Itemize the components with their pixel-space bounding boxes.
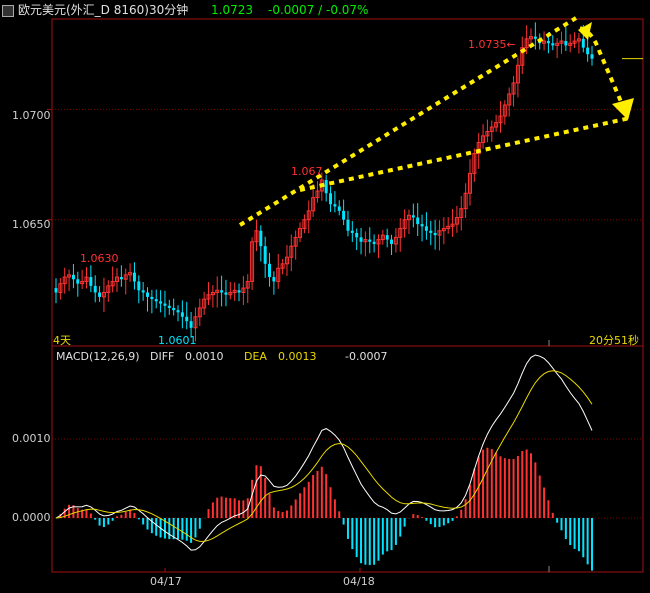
candle-body-down (272, 277, 276, 282)
candle-body-down (359, 237, 363, 242)
candle-body-down (586, 47, 590, 55)
candle-body-down (224, 292, 228, 295)
candle-body-down (551, 43, 555, 46)
candle-body-down (119, 277, 123, 280)
down-arrowhead (612, 98, 634, 120)
chart-canvas (47, 16, 644, 573)
candle-body-down (137, 281, 141, 291)
down-arrow-line (579, 26, 624, 105)
candle-body-down (159, 301, 163, 304)
wedge-lower-line (299, 116, 631, 192)
candle-body-down (71, 274, 75, 280)
macd-diff-value: 0.0010 (185, 350, 224, 363)
candle-body-down (385, 235, 389, 240)
candle-body-down (372, 241, 376, 244)
candle-body-down (176, 310, 180, 313)
app-icon[interactable] (2, 2, 14, 18)
candle-body-down (220, 290, 224, 293)
candle-body-down (185, 316, 189, 322)
candle-body-down (132, 272, 136, 282)
macd-dea-label: DEA (244, 350, 267, 363)
macd-title: MACD(12,26,9) (56, 350, 140, 363)
price-change: -0.0007 / -0.07% (268, 3, 369, 17)
candle-body-down (368, 239, 372, 242)
candle-body-down (93, 285, 97, 293)
price-tick-2: 1.0650 (12, 218, 51, 231)
macd-tick-1: 0.0010 (12, 432, 51, 445)
candle-body-down (76, 279, 80, 284)
candle-body-down (564, 41, 568, 46)
date-label-2: 04/18 (343, 575, 375, 588)
candle-body-down (154, 299, 158, 302)
candle-body-down (98, 292, 102, 297)
candle-body-down (172, 307, 176, 311)
macd-diff-label: DIFF (150, 350, 175, 363)
high-price-label: 1.0735← (468, 38, 516, 51)
chart-title: 欧元美元(外汇_D 8160)30分钟 (18, 3, 189, 17)
candle-body-down (429, 230, 433, 233)
candle-body-down (337, 206, 341, 211)
period-label: 4天 (53, 334, 71, 347)
candle-body-down (189, 321, 193, 328)
last-price: 1.0723 (211, 3, 253, 17)
candle-body-down (424, 226, 428, 231)
low-price-label: 1.0601 (158, 334, 197, 347)
candle-body-down (355, 232, 359, 238)
candle-body-down (259, 230, 263, 247)
candle-body-down (163, 303, 167, 306)
candle-body-down (342, 210, 346, 220)
candle-body-down (237, 290, 241, 293)
candle-body-down (263, 246, 267, 264)
candle-body-down (533, 36, 537, 39)
wedge-upper-line (238, 16, 578, 227)
macd-dea-value: 0.0013 (278, 350, 317, 363)
candle-body-down (411, 215, 415, 218)
candle-body-down (324, 180, 328, 194)
candle-body-down (333, 204, 337, 207)
candle-body-down (268, 263, 272, 278)
candle-body-down (180, 312, 184, 317)
mid-high-price-label: 1.067 (291, 165, 323, 178)
chart-frame (51, 18, 644, 573)
candle-body-down (141, 290, 145, 293)
candle-body-down (546, 41, 550, 44)
macd-hist-value: -0.0007 (345, 350, 388, 363)
macd-tick-2: 0.0000 (12, 511, 51, 524)
date-label-1: 04/17 (150, 575, 182, 588)
candle-body-down (167, 305, 171, 308)
price-tick-1: 1.0700 (12, 109, 51, 122)
candle-body-down (416, 217, 420, 225)
candle-body-down (146, 292, 150, 297)
candle-body-down (420, 224, 424, 227)
candle-body-down (350, 230, 354, 233)
early-high-price-label: 1.0630 (80, 252, 119, 265)
countdown-label: 20分51秒 (589, 334, 639, 347)
candle-body-down (390, 239, 394, 244)
candle-body-down (54, 288, 58, 293)
candle-body-down (329, 193, 333, 205)
candle-body-down (590, 54, 594, 59)
candle-body-down (433, 232, 437, 236)
candle-body-down (346, 219, 350, 231)
candle-body-down (150, 296, 154, 300)
candle-body-down (581, 38, 585, 48)
candle-body-down (89, 277, 93, 286)
